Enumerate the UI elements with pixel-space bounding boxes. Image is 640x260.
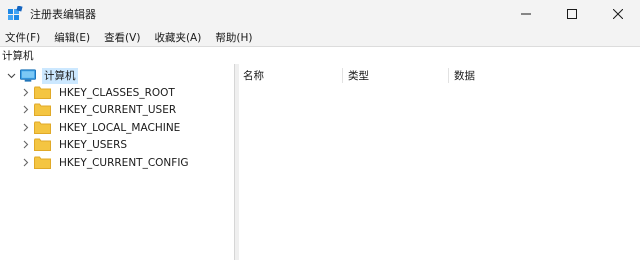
column-header-type[interactable]: 类型 <box>344 64 450 86</box>
column-divider[interactable] <box>448 68 449 83</box>
column-header-label: 数据 <box>454 69 475 82</box>
folder-icon <box>34 121 51 134</box>
column-header-label: 类型 <box>348 69 369 82</box>
menu-help[interactable]: 帮助(H) <box>214 30 253 45</box>
folder-icon <box>34 86 51 99</box>
title-bar: 注册表编辑器 <box>0 0 640 28</box>
key-tree[interactable]: 计算机 HKEY_CLASSES_ROOT HKEY_CURRENT_USER … <box>0 64 234 260</box>
menu-file[interactable]: 文件(F) <box>4 30 41 45</box>
address-bar[interactable]: 计算机 <box>0 46 640 65</box>
tree-item-label: 计算机 <box>42 67 78 84</box>
registry-editor-icon <box>8 6 23 20</box>
minimize-button[interactable] <box>503 0 549 28</box>
chevron-right-icon[interactable] <box>20 158 30 168</box>
folder-icon <box>34 138 51 151</box>
chevron-right-icon[interactable] <box>20 105 30 115</box>
column-header-label: 名称 <box>243 69 264 82</box>
tree-item-label: HKEY_CURRENT_USER <box>59 103 177 116</box>
folder-icon <box>34 156 51 169</box>
window-title: 注册表编辑器 <box>30 8 96 21</box>
chevron-right-icon[interactable] <box>20 123 30 133</box>
chevron-right-icon[interactable] <box>20 140 30 150</box>
address-path[interactable]: 计算机 <box>2 48 34 63</box>
tree-item-hkey-classes-root[interactable]: HKEY_CLASSES_ROOT <box>20 84 177 101</box>
tree-item-label: HKEY_CURRENT_CONFIG <box>59 156 189 169</box>
menu-favorites[interactable]: 收藏夹(A) <box>153 30 202 45</box>
column-divider[interactable] <box>342 68 343 83</box>
column-header-data[interactable]: 数据 <box>450 64 640 86</box>
menu-bar: 文件(F) 编辑(E) 查看(V) 收藏夹(A) 帮助(H) <box>0 28 640 46</box>
tree-item-label: HKEY_LOCAL_MACHINE <box>59 121 181 134</box>
folder-icon <box>34 103 51 116</box>
close-button[interactable] <box>595 0 640 28</box>
tree-item-hkey-users[interactable]: HKEY_USERS <box>20 136 129 153</box>
tree-item-label: HKEY_CLASSES_ROOT <box>59 86 175 99</box>
maximize-button[interactable] <box>549 0 595 28</box>
computer-icon <box>20 69 36 82</box>
value-list[interactable]: 名称 类型 数据 <box>239 64 640 260</box>
chevron-down-icon[interactable] <box>6 71 16 81</box>
chevron-right-icon[interactable] <box>20 88 30 98</box>
tree-item-hkey-local-machine[interactable]: HKEY_LOCAL_MACHINE <box>20 119 182 136</box>
tree-item-computer[interactable]: 计算机 <box>6 67 78 84</box>
close-icon <box>613 9 623 19</box>
minimize-icon <box>521 13 531 15</box>
tree-item-hkey-current-user[interactable]: HKEY_CURRENT_USER <box>20 101 178 118</box>
column-header-name[interactable]: 名称 <box>239 64 344 86</box>
tree-item-hkey-current-config[interactable]: HKEY_CURRENT_CONFIG <box>20 154 191 171</box>
maximize-icon <box>567 9 577 19</box>
menu-view[interactable]: 查看(V) <box>103 30 141 45</box>
menu-edit[interactable]: 编辑(E) <box>53 30 91 45</box>
tree-item-label: HKEY_USERS <box>59 138 128 151</box>
